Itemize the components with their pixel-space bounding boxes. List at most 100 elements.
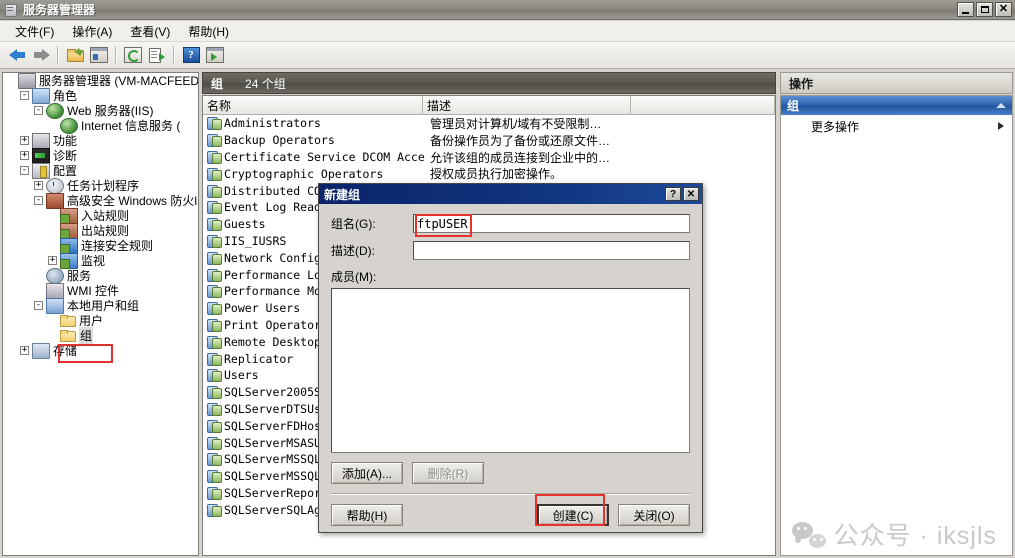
group-name-label: 组名(G): xyxy=(331,217,376,231)
actions-group-header[interactable]: 组 xyxy=(781,96,1012,115)
column-name[interactable]: 名称 xyxy=(203,96,423,114)
tree-item-4[interactable]: + 功能 xyxy=(3,132,198,149)
group-icon xyxy=(206,301,222,316)
dialog-title: 新建组 xyxy=(324,187,361,202)
collapse-icon[interactable]: - xyxy=(34,106,43,115)
window-controls: ✕ xyxy=(957,2,1012,17)
remove-member-button: 删除(R) xyxy=(412,462,484,484)
action-more-actions[interactable]: 更多操作 xyxy=(781,115,1012,137)
tree-item-5[interactable]: + 诊断 xyxy=(3,147,198,164)
group-name-row: 组名(G): ftpUSER xyxy=(331,214,690,233)
group-icon xyxy=(206,234,222,248)
tree-item-16[interactable]: 用户 xyxy=(3,313,198,328)
minimize-button[interactable] xyxy=(957,2,974,17)
tree-item-14[interactable]: WMI 控件 xyxy=(3,282,198,299)
help-button[interactable]: 帮助(H) xyxy=(331,504,403,526)
table-row[interactable]: Administrators 管理员对计算机/域有不受限制… xyxy=(203,115,775,132)
navigation-tree[interactable]: 服务器管理器 (VM-MACFEEDBSJ)-角色-Web 服务器(IIS)In… xyxy=(2,72,199,556)
firewall-icon xyxy=(46,192,64,209)
tree-item-12[interactable]: + 监视 xyxy=(3,252,198,269)
expand-icon[interactable]: + xyxy=(20,151,29,160)
refresh-button[interactable] xyxy=(121,44,145,67)
collapse-icon[interactable]: - xyxy=(34,196,43,205)
collapse-icon[interactable]: - xyxy=(20,166,29,175)
column-header-row: 名称 描述 xyxy=(203,96,775,115)
group-icon xyxy=(206,352,222,366)
group-description-cell: 授权成员执行加密操作。 xyxy=(430,167,563,182)
expand-icon[interactable]: + xyxy=(20,136,29,145)
actions-header: 操作 xyxy=(780,72,1013,94)
actions-pane: 操作 组 更多操作 xyxy=(780,70,1015,558)
toolbar: ? xyxy=(0,42,1015,69)
tree-item-2[interactable]: - Web 服务器(IIS) xyxy=(3,102,198,119)
menu-file[interactable]: 文件(F) xyxy=(6,21,63,42)
forward-button[interactable] xyxy=(29,44,53,67)
add-member-button[interactable]: 添加(A)... xyxy=(331,462,403,484)
tree-item-3[interactable]: Internet 信息服务 ( xyxy=(3,117,198,134)
group-icon xyxy=(206,268,222,282)
close-dialog-button[interactable]: 关闭(O) xyxy=(618,504,690,526)
tree-item-8[interactable]: - 高级安全 Windows 防火l xyxy=(3,192,198,209)
tree-item-10[interactable]: 出站规则 xyxy=(3,222,198,239)
expand-icon[interactable]: + xyxy=(48,256,57,265)
tree-item-7[interactable]: + 任务计划程序 xyxy=(3,177,198,194)
dialog-close-button[interactable]: ✕ xyxy=(683,187,699,201)
inbound-rules-icon xyxy=(60,207,78,224)
tree-item-17[interactable]: 组 xyxy=(3,327,198,344)
show-action-pane-icon xyxy=(206,47,224,63)
group-icon xyxy=(206,419,222,433)
table-row[interactable]: Backup Operators 备份操作员为了备份或还原文件… xyxy=(203,132,775,149)
export-list-icon xyxy=(149,48,165,63)
back-arrow-icon xyxy=(8,48,26,62)
export-list-button[interactable] xyxy=(145,44,169,67)
toolbar-separator xyxy=(173,46,175,64)
table-row[interactable]: Certificate Service DCOM Access 允许该组的成员连接… xyxy=(203,149,775,166)
expand-icon[interactable]: + xyxy=(20,346,29,355)
configuration-icon xyxy=(32,162,50,179)
help-toolbar-button[interactable]: ? xyxy=(179,44,203,67)
column-description[interactable]: 描述 xyxy=(423,96,631,114)
close-button[interactable]: ✕ xyxy=(995,2,1012,17)
group-icon xyxy=(206,251,222,265)
monitoring-icon xyxy=(60,252,78,269)
tree-item-15[interactable]: - 本地用户和组 xyxy=(3,297,198,314)
menubar: 文件(F) 操作(A) 查看(V) 帮助(H) xyxy=(0,21,1015,42)
group-icon xyxy=(206,217,222,232)
collapse-icon[interactable]: - xyxy=(20,91,29,100)
group-icon xyxy=(206,503,222,517)
tree-item-6[interactable]: - 配置 xyxy=(3,162,198,179)
tree-item-9[interactable]: 入站规则 xyxy=(3,207,198,224)
up-folder-button[interactable] xyxy=(63,44,87,67)
back-button[interactable] xyxy=(5,44,29,67)
show-hide-tree-button[interactable] xyxy=(87,44,111,67)
tree-item-18[interactable]: + 存储 xyxy=(3,342,198,359)
create-button[interactable]: 创建(C) xyxy=(537,504,609,526)
show-action-pane-button[interactable] xyxy=(203,44,227,67)
connection-rules-icon xyxy=(60,237,78,254)
tree-item-13[interactable]: 服务 xyxy=(3,267,198,284)
menu-view[interactable]: 查看(V) xyxy=(121,21,179,42)
table-row[interactable]: Cryptographic Operators 授权成员执行加密操作。 xyxy=(203,165,775,182)
clock-icon xyxy=(46,177,64,194)
tree-item-0[interactable]: 服务器管理器 (VM-MACFEEDBSJ) xyxy=(3,73,198,89)
tree-item-11[interactable]: 连接安全规则 xyxy=(3,237,198,254)
window-title: 服务器管理器 xyxy=(23,3,96,17)
collapse-icon[interactable]: - xyxy=(34,301,43,310)
menu-action[interactable]: 操作(A) xyxy=(63,21,121,42)
description-input[interactable] xyxy=(413,241,690,260)
list-header-count: 24 个组 xyxy=(245,76,286,91)
tree-item-1[interactable]: - 角色 xyxy=(3,87,198,104)
expand-icon[interactable]: + xyxy=(34,181,43,190)
menu-help[interactable]: 帮助(H) xyxy=(179,21,238,42)
dialog-body: 组名(G): ftpUSER 描述(D): 成员(M): 添加(A)... 删除… xyxy=(319,204,702,526)
maximize-button[interactable] xyxy=(976,2,993,17)
members-list[interactable] xyxy=(331,288,690,453)
group-name-input[interactable]: ftpUSER xyxy=(413,214,690,233)
dialog-help-button[interactable]: ? xyxy=(665,187,681,201)
